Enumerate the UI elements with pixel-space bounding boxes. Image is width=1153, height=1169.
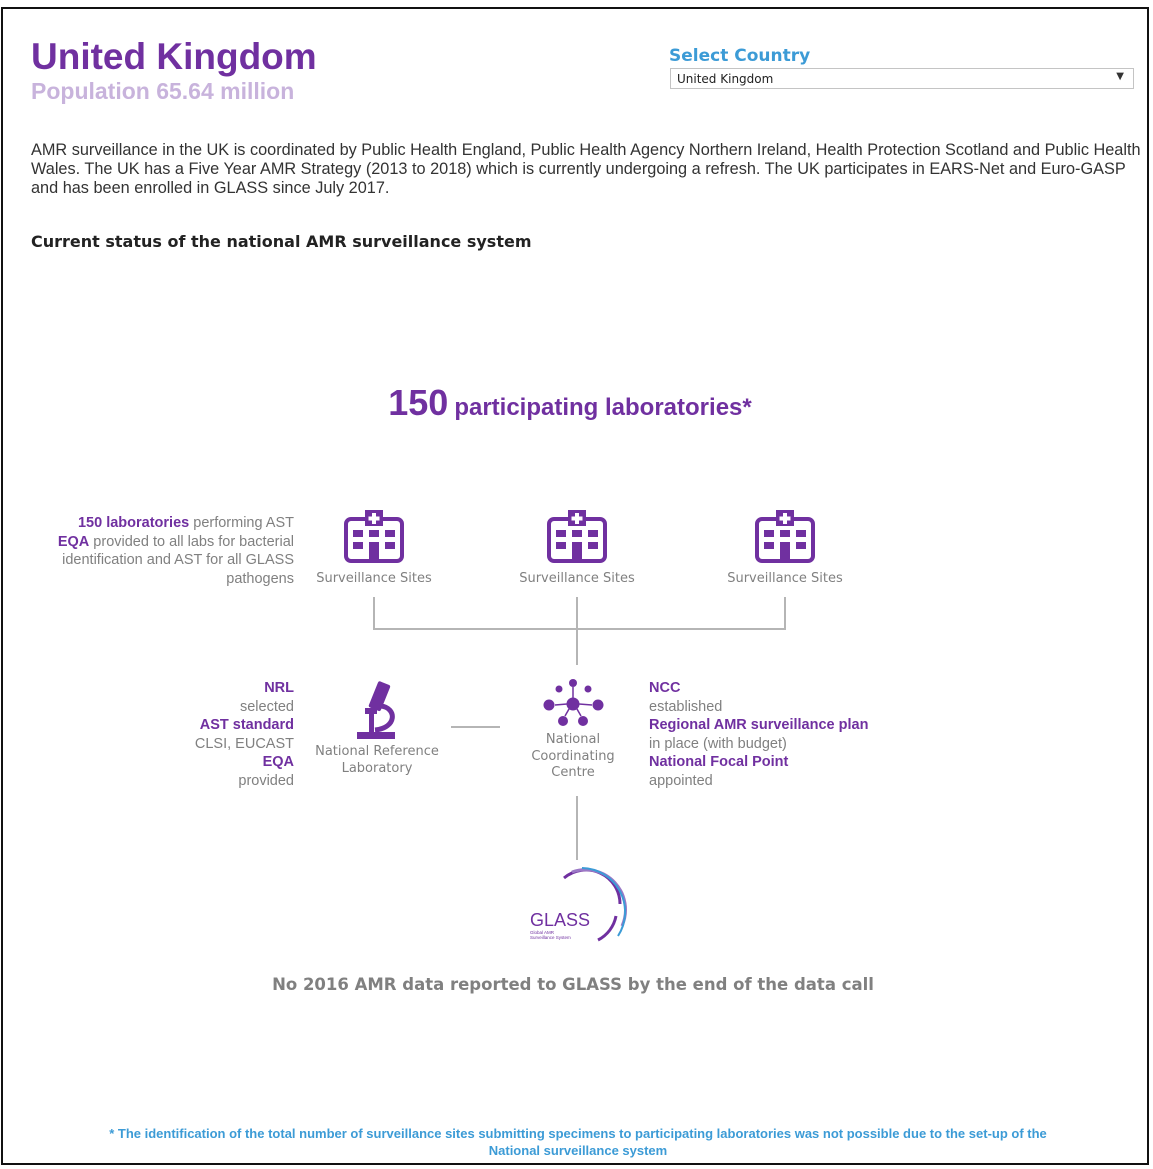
nrl-item-bold: AST standard (199, 717, 294, 733)
ncc-info: NCC established Regional AMR surveillanc… (649, 679, 969, 790)
network-icon (543, 679, 604, 726)
labs-count-bold: 150 laboratories (77, 515, 190, 531)
hospital-icon (547, 510, 607, 563)
nrl-info: NRL selected AST standard CLSI, EUCAST E… (94, 679, 294, 790)
labs-info: 150 laboratories performing AST EQA prov… (20, 514, 294, 588)
nrl-item-bold: EQA (262, 754, 294, 770)
eqa-rest-2: identification and AST for all GLASS (62, 552, 294, 568)
ncc-item-text: appointed (649, 772, 713, 789)
ncc-label-line: National (545, 732, 601, 747)
labs-count-rest: performing AST (193, 515, 294, 531)
glass-logo-text: GLASS (530, 910, 590, 930)
connector-line (576, 597, 578, 665)
microscope-icon (357, 681, 395, 739)
ncc-label: National Coordinating Centre (511, 732, 635, 782)
nrl-item-text: selected (239, 698, 294, 715)
ncc-label-line: Coordinating (531, 748, 615, 764)
glass-logo: GLASS Global AMR Surveillance System (530, 867, 627, 942)
footnote-line: National surveillance system (488, 1142, 668, 1158)
ncc-item-text: in place (with budget) (649, 735, 787, 752)
chevron-down-icon[interactable]: ▼ (1116, 71, 1124, 82)
labs-headline: 150 participating laboratories* (0, 382, 1140, 424)
nrl-label-line: Laboratory (341, 760, 413, 776)
hospital-icon (344, 510, 404, 563)
country-select-value: United Kingdom (677, 72, 774, 86)
connector-line (373, 628, 786, 630)
intro-paragraph: AMR surveillance in the UK is coordinate… (31, 141, 1141, 197)
nrl-item-text: CLSI, EUCAST (194, 735, 294, 752)
surveillance-site-label: Surveillance Sites (316, 571, 432, 586)
status-heading: Current status of the national AMR surve… (31, 232, 532, 251)
hospital-icon (755, 510, 815, 563)
eqa-bold: EQA (57, 533, 90, 550)
connector-line (451, 726, 500, 728)
surveillance-site-label: Surveillance Sites (727, 571, 843, 586)
labs-count: 150 (388, 382, 449, 423)
ncc-item-bold: NCC (649, 680, 681, 696)
nrl-label-line: National Reference (315, 744, 439, 759)
eqa-rest-1: provided to all labs for bacterial (93, 533, 294, 550)
labs-count-label: participating laboratories* (454, 394, 752, 421)
nrl-item-bold: NRL (264, 680, 294, 696)
no-data-message: No 2016 AMR data reported to GLASS by th… (272, 975, 874, 994)
population-subtitle: Population 65.64 million (31, 78, 295, 104)
nrl-label: National Reference Laboratory (302, 744, 452, 777)
eqa-rest-3: pathogens (226, 570, 294, 587)
connector-line (576, 796, 578, 860)
page-title: United Kingdom (31, 36, 317, 77)
ncc-item-bold: National Focal Point (649, 754, 789, 770)
ncc-item-text: established (649, 698, 723, 715)
select-country-label: Select Country (669, 46, 811, 66)
connector-line (373, 597, 375, 630)
ncc-label-line: Centre (551, 765, 595, 780)
connector-line (784, 597, 786, 630)
glass-logo-sub: Surveillance System (530, 935, 571, 940)
nrl-item-text: provided (238, 772, 294, 789)
footnote-line: * The identification of the total number… (109, 1126, 1047, 1141)
ncc-item-bold: Regional AMR surveillance plan (649, 717, 869, 733)
footnote: * The identification of the total number… (20, 1126, 1136, 1159)
surveillance-site-label: Surveillance Sites (519, 571, 635, 586)
country-select-dropdown[interactable]: United Kingdom ▼ (670, 68, 1134, 89)
